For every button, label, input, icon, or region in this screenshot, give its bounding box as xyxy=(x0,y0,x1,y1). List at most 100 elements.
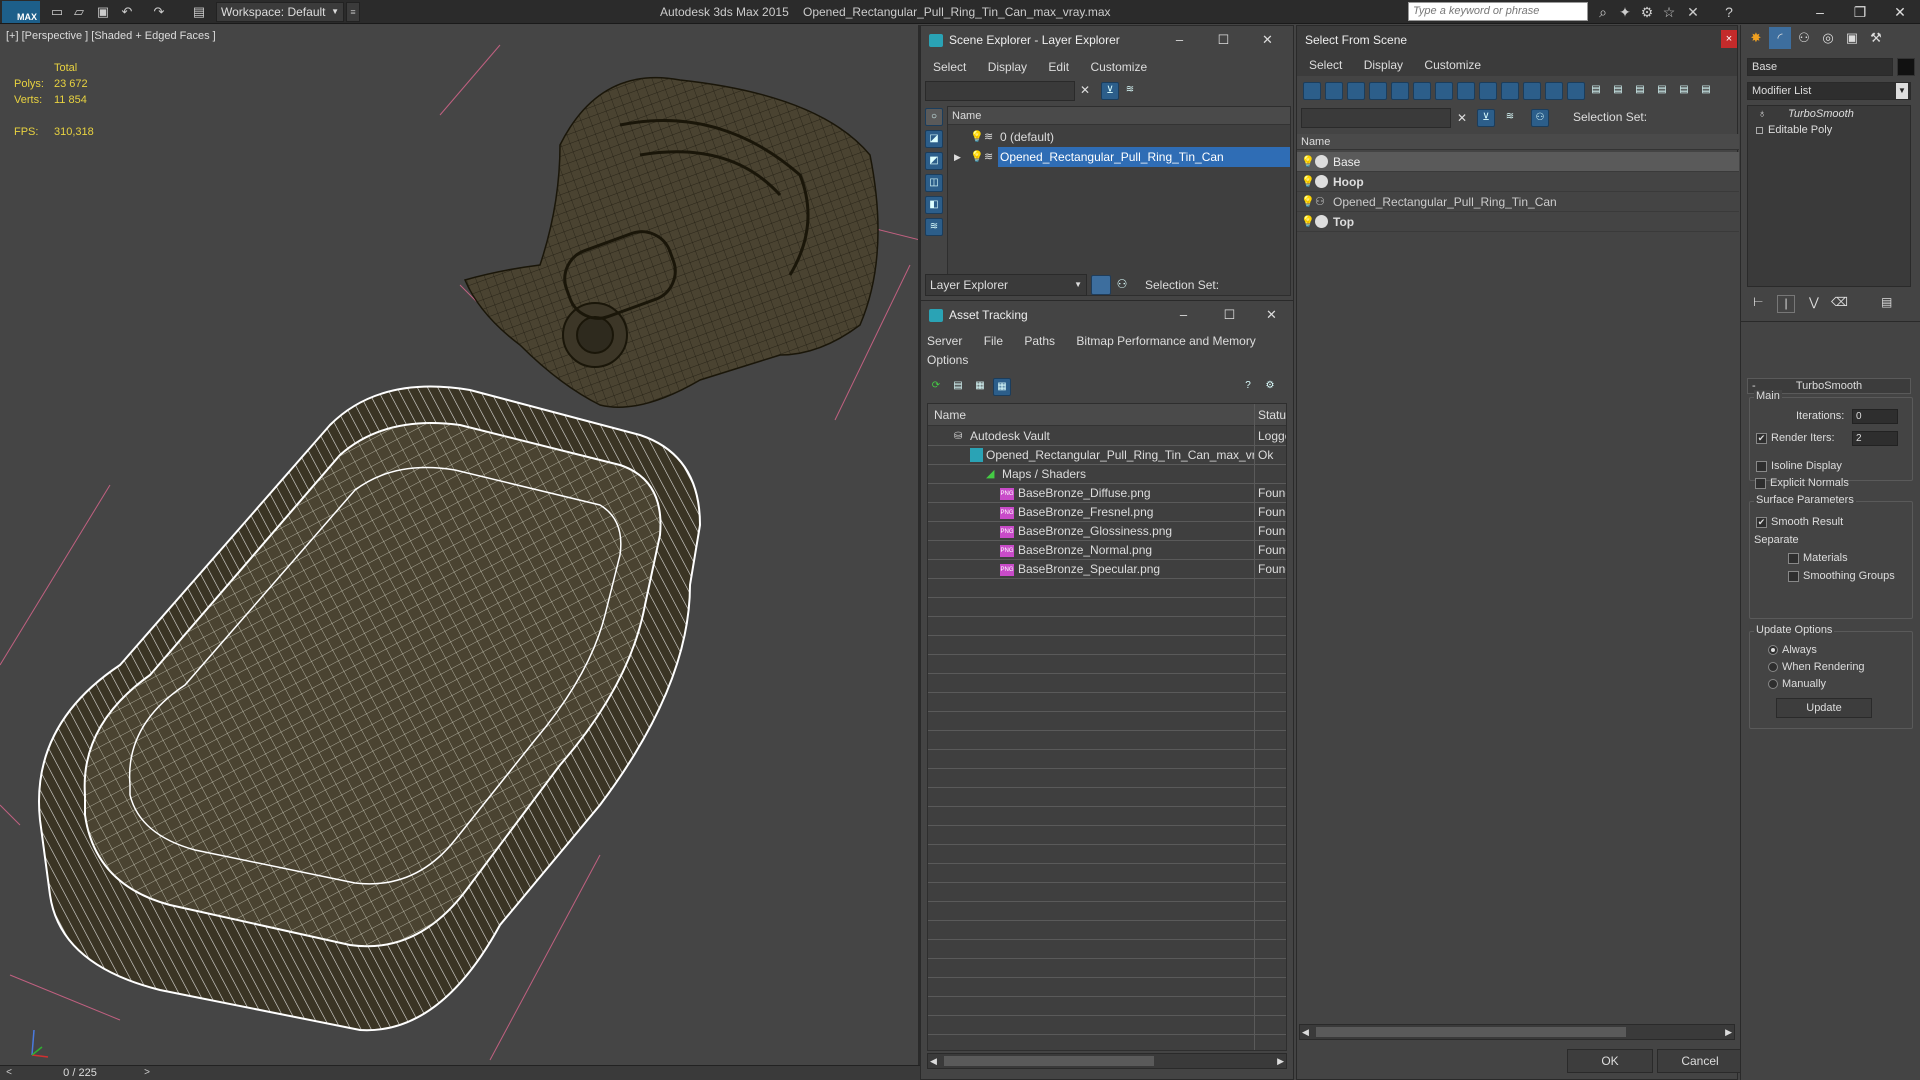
close-button[interactable]: ✕ xyxy=(1249,301,1294,329)
filter-helpers-icon[interactable] xyxy=(1391,82,1409,100)
table-view-icon[interactable]: ▦ xyxy=(993,378,1011,396)
table-row[interactable]: Opened_Rectangular_Pull_Ring_Tin_Can_max… xyxy=(928,446,1286,465)
lightbulb-icon[interactable]: ♁ xyxy=(1758,107,1766,122)
make-unique-icon[interactable]: ⋁ xyxy=(1809,295,1819,309)
display-geometry-icon[interactable]: ◪ xyxy=(925,130,943,148)
save-icon[interactable]: ▣ xyxy=(94,3,112,21)
display-tab-icon[interactable]: ▣ xyxy=(1841,27,1863,49)
smoothing-groups-checkbox[interactable] xyxy=(1788,570,1799,582)
close-x-icon[interactable]: ✕ xyxy=(1684,3,1702,21)
help-icon[interactable]: ? xyxy=(1720,3,1738,21)
lightbulb-icon[interactable]: 💡 xyxy=(1301,216,1315,228)
table-row[interactable]: PNG BaseBronze_Normal.png Found xyxy=(928,541,1286,560)
motion-tab-icon[interactable]: ◎ xyxy=(1817,27,1839,49)
ok-button[interactable]: OK xyxy=(1567,1049,1653,1073)
object-name-input[interactable]: Base xyxy=(1747,58,1893,76)
tree-row-selected[interactable]: ▶ 💡 ≋ Opened_Rectangular_Pull_Ring_Tin_C… xyxy=(948,147,1290,167)
scroll-right-icon[interactable]: ▶ xyxy=(1725,1025,1732,1039)
lightbulb-icon[interactable]: 💡 xyxy=(1301,196,1315,208)
object-color-swatch[interactable] xyxy=(1897,58,1915,76)
sort-icon[interactable]: ▤ xyxy=(1675,82,1693,100)
table-row[interactable]: ◢ Maps / Shaders xyxy=(928,465,1286,484)
display-objects-icon[interactable]: ○ xyxy=(925,108,943,126)
table-row[interactable]: PNG BaseBronze_Diffuse.png Found xyxy=(928,484,1286,503)
hierarchy-icon[interactable]: ⚇ xyxy=(1531,109,1549,127)
hierarchy-tab-icon[interactable]: ⚇ xyxy=(1793,27,1815,49)
perspective-viewport[interactable]: [+] [Perspective ] [Shaded + Edged Faces… xyxy=(0,25,920,1065)
scroll-thumb[interactable] xyxy=(944,1056,1154,1066)
scroll-left-icon[interactable]: ◀ xyxy=(1302,1025,1309,1039)
table-row[interactable]: PNG BaseBronze_Fresnel.png Found xyxy=(928,503,1286,522)
materials-checkbox[interactable] xyxy=(1788,552,1799,564)
subscription-icon[interactable]: ⚙ xyxy=(1638,3,1656,21)
next-frame-button[interactable]: > xyxy=(140,1066,154,1080)
star-icon[interactable]: ☆ xyxy=(1660,3,1678,21)
render-iters-spinner[interactable]: 2 xyxy=(1852,431,1898,446)
filter-geometry-icon[interactable] xyxy=(1303,82,1321,100)
frame-counter[interactable]: 0 / 225 xyxy=(30,1066,130,1080)
iterations-spinner[interactable]: 0 xyxy=(1852,409,1898,424)
show-end-result-icon[interactable]: | xyxy=(1777,295,1795,313)
scroll-right-icon[interactable]: ▶ xyxy=(1277,1054,1284,1068)
display-cameras-icon[interactable]: ◧ xyxy=(925,196,943,214)
select-none-icon[interactable]: ▤ xyxy=(1609,82,1627,100)
filter-spacewarps-icon[interactable] xyxy=(1413,82,1431,100)
layer-manager-icon[interactable] xyxy=(1091,275,1111,295)
refresh-icon[interactable]: ⟳ xyxy=(927,378,945,396)
smooth-result-checkbox[interactable]: ✔ xyxy=(1756,516,1767,528)
always-radio[interactable] xyxy=(1768,645,1778,656)
scroll-thumb[interactable] xyxy=(1316,1027,1626,1037)
menu-paths[interactable]: Paths xyxy=(1024,334,1055,348)
select-invert-icon[interactable]: ▤ xyxy=(1631,82,1649,100)
menu-server[interactable]: Server xyxy=(927,334,962,348)
filter-shapes-icon[interactable] xyxy=(1325,82,1343,100)
filter-display-all-icon[interactable] xyxy=(1567,82,1585,100)
thumbnail-view-icon[interactable]: ▦ xyxy=(971,378,989,396)
explorer-mode-dropdown[interactable]: Layer Explorer ▼ xyxy=(925,274,1087,296)
list-item[interactable]: 💡 ⚇ Opened_Rectangular_Pull_Ring_Tin_Can xyxy=(1297,192,1739,212)
remove-modifier-icon[interactable]: ⌫ xyxy=(1831,295,1848,309)
new-file-icon[interactable]: ▭ xyxy=(48,3,66,21)
minimize-button[interactable]: – xyxy=(1157,26,1202,54)
table-row[interactable]: PNG BaseBronze_Glossiness.png Found xyxy=(928,522,1286,541)
undo-icon[interactable]: ↶ xyxy=(118,3,136,21)
expand-box-icon[interactable] xyxy=(1756,127,1763,134)
minimize-button[interactable]: – xyxy=(1161,301,1206,329)
filter-icon[interactable]: ▤ xyxy=(1653,82,1671,100)
column-header-status[interactable]: Status xyxy=(1258,404,1286,426)
app-logo[interactable]: MAX xyxy=(2,1,40,23)
list-item[interactable]: 💡 Hoop xyxy=(1297,172,1739,192)
stack-item-editable-poly[interactable]: Editable Poly xyxy=(1748,123,1910,138)
pin-stack-icon[interactable]: ⊢ xyxy=(1753,295,1763,309)
redo-icon[interactable]: ↷ xyxy=(150,3,168,21)
filter-icon[interactable]: ⊻ xyxy=(1477,109,1495,127)
when-rendering-radio[interactable] xyxy=(1768,662,1778,673)
menu-display[interactable]: Display xyxy=(1364,58,1403,72)
menu-display[interactable]: Display xyxy=(988,60,1027,74)
scroll-left-icon[interactable]: ◀ xyxy=(930,1054,937,1068)
modifier-list-dropdown[interactable]: Modifier List ▼ xyxy=(1747,82,1911,100)
sfs-search-input[interactable] xyxy=(1301,108,1451,128)
configure-sets-icon[interactable]: ▤ xyxy=(1881,295,1892,309)
clear-search-icon[interactable]: ✕ xyxy=(1075,76,1095,104)
column-header-name[interactable]: Name xyxy=(948,107,1290,125)
close-button[interactable]: × xyxy=(1721,30,1737,48)
expand-arrow-icon[interactable]: ▶ xyxy=(954,147,961,167)
minimize-button[interactable]: – xyxy=(1800,0,1840,24)
tin-can-base-mesh[interactable] xyxy=(38,385,702,1032)
clear-search-icon[interactable]: ✕ xyxy=(1451,104,1473,132)
layer-options-icon[interactable]: ≋ xyxy=(1121,82,1139,100)
viewport-label[interactable]: [+] [Perspective ] [Shaded + Edged Faces… xyxy=(6,30,216,42)
column-header-name[interactable]: Name xyxy=(1297,134,1739,150)
lightbulb-icon[interactable]: 💡 xyxy=(1301,176,1315,188)
menu-bitmap-performance[interactable]: Bitmap Performance and Memory xyxy=(1076,334,1255,348)
layers-icon[interactable]: ≋ xyxy=(1501,109,1519,127)
list-item[interactable]: 💡 Top xyxy=(1297,212,1739,232)
workspace-dropdown[interactable]: Workspace: Default ▼ xyxy=(216,2,344,22)
filter-cameras-icon[interactable] xyxy=(1369,82,1387,100)
project-folder-icon[interactable]: ▤ xyxy=(190,3,208,21)
stack-item-turbosmooth[interactable]: ♁ TurboSmooth xyxy=(1748,107,1910,122)
isoline-display-checkbox[interactable] xyxy=(1756,460,1767,472)
maximize-button[interactable]: ☐ xyxy=(1207,301,1252,329)
modify-tab-icon[interactable]: ◜ xyxy=(1769,27,1791,49)
